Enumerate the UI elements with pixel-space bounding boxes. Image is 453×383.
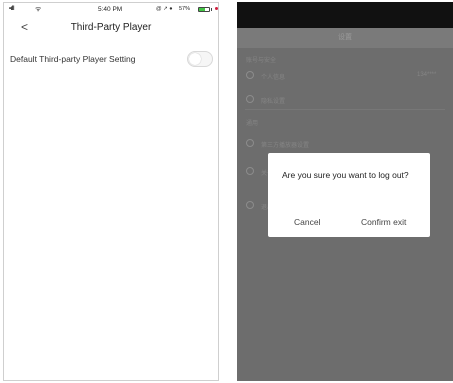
person-icon [246, 139, 254, 147]
lock-icon [246, 95, 254, 103]
info-icon [246, 167, 254, 175]
dialog-message: Are you sure you want to log out? [282, 170, 409, 180]
battery-tip [211, 8, 212, 11]
background-row-0: 账号与安全 [246, 58, 277, 64]
power-icon [246, 201, 254, 209]
background-row-1: 个人信息 [261, 75, 286, 81]
status-area [237, 2, 453, 28]
page-title: Third-Party Player [70, 22, 152, 33]
recording-dot-icon [215, 7, 218, 10]
wifi-icon: ᯤ [35, 6, 42, 13]
screenshot-canvas: •ıll ᯤ 5:40 PM @ ↗ ● 57% < Third-Party P… [0, 0, 453, 383]
default-player-toggle[interactable] [187, 51, 213, 67]
logout-dialog: Are you sure you want to log out? Cancel… [268, 153, 430, 237]
background-row-4: 第三方播放器设置 [261, 143, 310, 149]
status-icons: @ ↗ ● [156, 6, 173, 12]
setting-label: Default Third-party Player Setting [10, 54, 136, 64]
user-icon [246, 71, 254, 79]
third-party-player-screen: •ıll ᯤ 5:40 PM @ ↗ ● 57% < Third-Party P… [3, 2, 219, 381]
background-row-3: 通用 [246, 121, 259, 127]
battery-percent: 57% [179, 6, 191, 12]
nav-bar: < Third-Party Player [4, 17, 218, 39]
header-title: 设置 [338, 34, 352, 41]
status-time: 5:40 PM [98, 6, 123, 13]
toggle-knob [189, 53, 201, 65]
signal-icon: •ıll [9, 6, 15, 12]
cancel-button[interactable]: Cancel [294, 217, 320, 227]
background-row-2: 隐私设置 [261, 99, 286, 105]
status-bar: •ıll ᯤ 5:40 PM @ ↗ ● 57% [4, 3, 218, 17]
divider [245, 109, 445, 110]
default-player-setting-row: Default Third-party Player Setting [4, 49, 218, 71]
background-row-1-value: 134**** [417, 72, 437, 78]
logout-confirm-screen: 设置 账号与安全 个人信息 134**** 隐私设置 通用 第三方播放器设置 关… [237, 2, 453, 381]
battery-icon [198, 7, 210, 12]
confirm-exit-button[interactable]: Confirm exit [361, 217, 406, 227]
